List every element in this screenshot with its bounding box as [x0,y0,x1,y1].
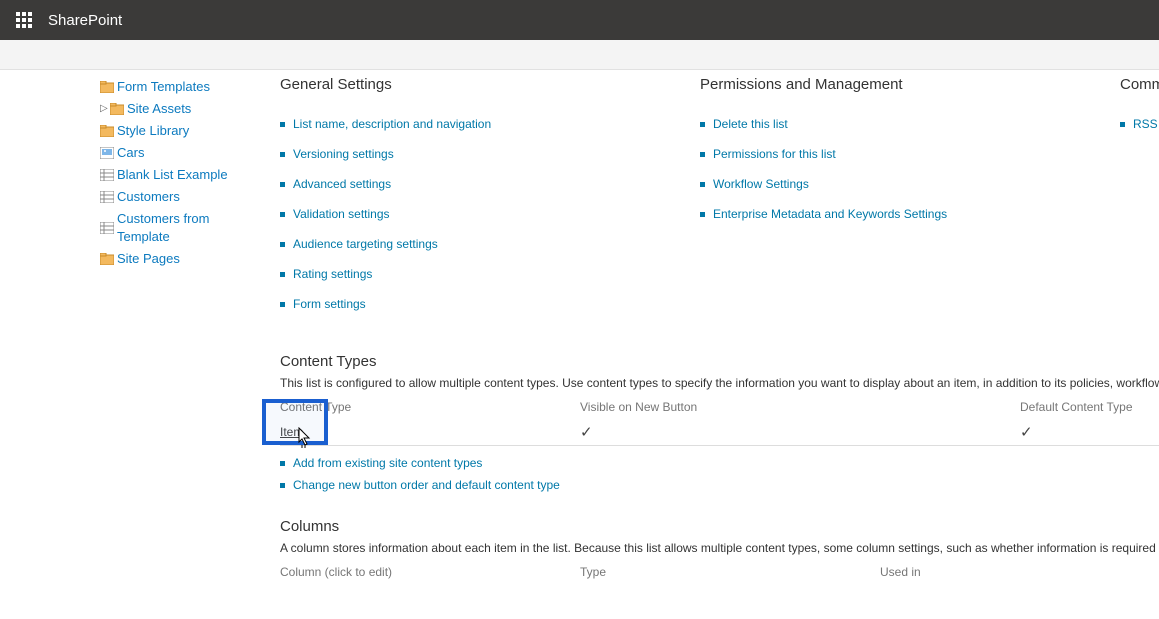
content-types-section: Content Types This list is configured to… [280,353,1159,492]
sidebar-item-label[interactable]: Customers [117,188,180,206]
bullet-icon [280,461,285,466]
sidebar-item-label[interactable]: Cars [117,144,144,162]
sidebar-item-style-library[interactable]: Style Library [100,120,260,142]
bullet-icon [1120,122,1125,127]
bullet-icon [280,212,285,217]
sidebar: Form Templates ▷ Site Assets Style Libra… [0,70,260,619]
content-type-row: Item ✓ ✓ [280,418,1159,446]
folder-icon [100,80,114,94]
check-icon: ✓ [1020,424,1033,441]
table-header: Default Content Type [1020,400,1159,414]
settings-link[interactable]: RSS settings [1120,117,1159,131]
table-header: Content Type [280,400,580,414]
settings-link[interactable]: Advanced settings [280,177,640,191]
section-title: Columns [280,518,1159,535]
sidebar-item-customers[interactable]: Customers [100,186,260,208]
table-header: Type [580,565,880,579]
sidebar-item-label[interactable]: Site Pages [117,250,180,268]
settings-link[interactable]: Audience targeting settings [280,237,640,251]
main-content: General Settings List name, description … [260,70,1159,619]
ribbon-area [0,40,1159,70]
section-description: A column stores information about each i… [280,541,1159,555]
settings-link[interactable]: Workflow Settings [700,177,1060,191]
bullet-icon [280,152,285,157]
tree-expand-icon[interactable]: ▷ [100,100,110,118]
table-header: Visible on New Button [580,400,1020,414]
sidebar-item-site-assets[interactable]: ▷ Site Assets [100,98,260,120]
sidebar-item-cars[interactable]: Cars [100,142,260,164]
settings-link[interactable]: Rating settings [280,267,640,281]
bullet-icon [280,483,285,488]
bullet-icon [700,212,705,217]
table-header-row: Content Type Visible on New Button Defau… [280,400,1159,418]
bullet-icon [700,122,705,127]
table-header-row: Column (click to edit) Type Used in [280,565,1159,579]
general-settings-column: General Settings List name, description … [280,76,640,327]
table-header: Used in [880,565,1159,579]
bullet-icon [280,122,285,127]
permissions-column: Permissions and Management Delete this l… [700,76,1060,327]
suite-title[interactable]: SharePoint [48,12,122,29]
section-description: This list is configured to allow multipl… [280,376,1159,390]
list-icon [100,221,114,235]
section-title: Permissions and Management [700,76,1060,93]
settings-link[interactable]: List name, description and navigation [280,117,640,131]
columns-section: Columns A column stores information abou… [280,518,1159,579]
list-icon [100,168,114,182]
check-icon: ✓ [580,424,593,441]
sidebar-item-label[interactable]: Style Library [117,122,189,140]
image-list-icon [100,146,114,160]
bullet-icon [280,302,285,307]
sidebar-item-label[interactable]: Form Templates [117,78,210,96]
section-title: General Settings [280,76,640,93]
folder-icon [100,124,114,138]
bullet-icon [700,182,705,187]
settings-link[interactable]: Delete this list [700,117,1060,131]
sidebar-item-label[interactable]: Blank List Example [117,166,228,184]
sidebar-item-blank-list[interactable]: Blank List Example [100,164,260,186]
bullet-icon [700,152,705,157]
sidebar-item-label[interactable]: Site Assets [127,100,191,118]
list-icon [100,190,114,204]
settings-link[interactable]: Enterprise Metadata and Keywords Setting… [700,207,1060,221]
settings-link[interactable]: Change new button order and default cont… [280,478,1159,492]
app-launcher-icon[interactable] [8,4,40,36]
bullet-icon [280,242,285,247]
sidebar-item-site-pages[interactable]: Site Pages [100,248,260,270]
bullet-icon [280,182,285,187]
settings-link[interactable]: Permissions for this list [700,147,1060,161]
bullet-icon [280,272,285,277]
sidebar-item-form-templates[interactable]: Form Templates [100,76,260,98]
suite-bar: SharePoint [0,0,1159,40]
content-type-item-link[interactable]: Item [280,425,303,439]
folder-icon [110,102,124,116]
settings-link[interactable]: Add from existing site content types [280,456,1159,470]
table-header: Column (click to edit) [280,565,580,579]
section-title: Communications [1120,76,1159,93]
settings-link[interactable]: Validation settings [280,207,640,221]
sidebar-item-label[interactable]: Customers from Template [117,210,260,246]
sidebar-item-customers-template[interactable]: Customers from Template [100,208,260,248]
communications-column: Communications RSS settings [1120,76,1159,327]
section-title: Content Types [280,353,1159,370]
settings-link[interactable]: Versioning settings [280,147,640,161]
settings-link[interactable]: Form settings [280,297,640,311]
folder-icon [100,252,114,266]
